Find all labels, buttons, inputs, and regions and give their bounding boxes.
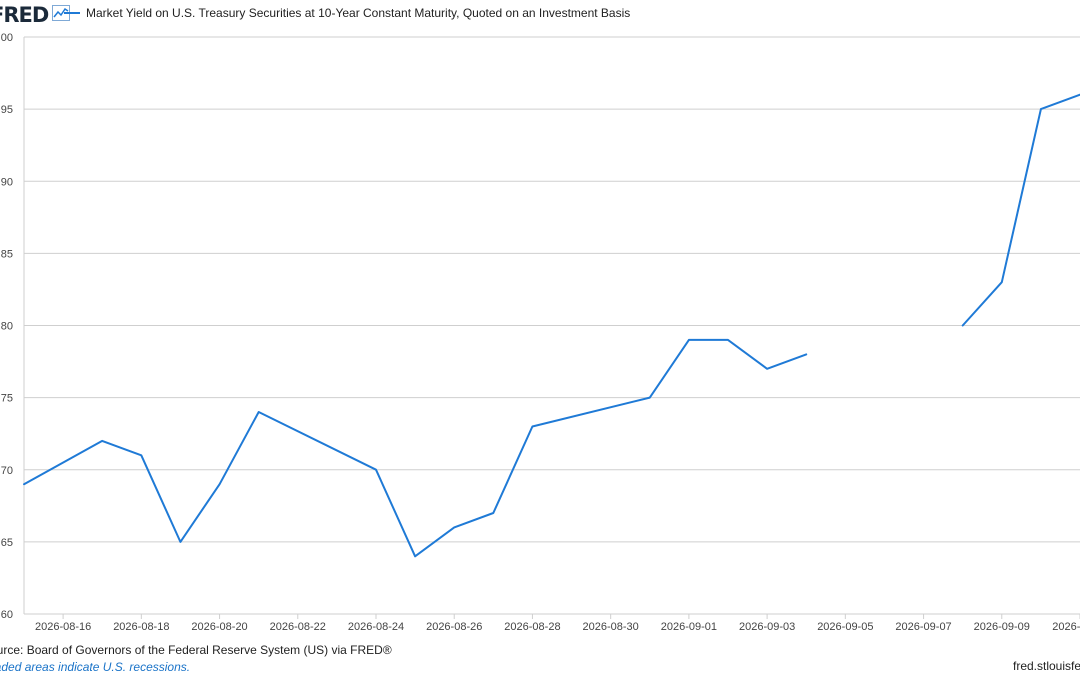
x-tick-label: 2026-08-30 [583, 621, 639, 633]
y-tick-label: 3.90 [0, 176, 13, 188]
data-point [804, 352, 808, 356]
data-point [687, 338, 691, 342]
x-tick-label: 2026-08-22 [270, 621, 326, 633]
data-point [1039, 107, 1043, 111]
y-tick-label: 3.85 [0, 248, 13, 260]
data-point [218, 482, 222, 486]
data-point [726, 338, 730, 342]
x-tick-label: 2026-08-26 [426, 621, 482, 633]
data-point [1000, 280, 1004, 284]
x-tick-label: 2026-09-03 [739, 621, 795, 633]
x-tick-label: 2026-08-20 [191, 621, 247, 633]
y-tick-label: 3.60 [0, 609, 13, 621]
x-tick-label: 2026-09-05 [817, 621, 873, 633]
x-tick-label: 2026-09-07 [895, 621, 951, 633]
data-point [961, 324, 965, 328]
source-note: Source: Board of Governors of the Federa… [0, 643, 392, 657]
data-point [100, 439, 104, 443]
x-tick-label: 2026-08-16 [35, 621, 91, 633]
x-tick-label: 2026-09-01 [661, 621, 717, 633]
data-point [765, 367, 769, 371]
data-point [22, 482, 26, 486]
x-tick-label: 2026-08-18 [113, 621, 169, 633]
x-tick-label: 2026-08-28 [504, 621, 560, 633]
y-tick-label: 3.65 [0, 537, 13, 549]
data-point [452, 525, 456, 529]
series-line-segment [23, 338, 808, 558]
y-tick-label: 4.00 [0, 32, 13, 44]
line-chart: 4.00 3.95 3.90 3.85 3.80 3.75 3.70 3.65 3.60 2026… [0, 32, 1080, 633]
y-tick-label: 3.80 [0, 321, 13, 333]
x-tick-label: 2026-08-24 [348, 621, 404, 633]
x-tick-label: 2026-09-11 [1052, 621, 1080, 633]
recession-note: Shaded areas indicate U.S. recessions. [0, 660, 191, 674]
x-tick-label: 2026-09-09 [974, 621, 1030, 633]
chart-frame: FRED Market Yield on U.S. Treasury Secur… [0, 0, 1080, 675]
data-point [491, 511, 495, 515]
data-point [257, 410, 261, 414]
data-point [374, 468, 378, 472]
y-tick-label: 3.70 [0, 465, 13, 477]
data-point [139, 453, 143, 457]
data-point [413, 554, 417, 558]
y-tick-label: 3.75 [0, 393, 13, 405]
series-line-segment [961, 93, 1080, 327]
data-point [648, 396, 652, 400]
site-url[interactable]: fred.stlouisfed.org [1013, 659, 1080, 673]
y-tick-label: 3.95 [0, 104, 13, 116]
data-point [178, 540, 182, 544]
data-point [530, 424, 534, 428]
